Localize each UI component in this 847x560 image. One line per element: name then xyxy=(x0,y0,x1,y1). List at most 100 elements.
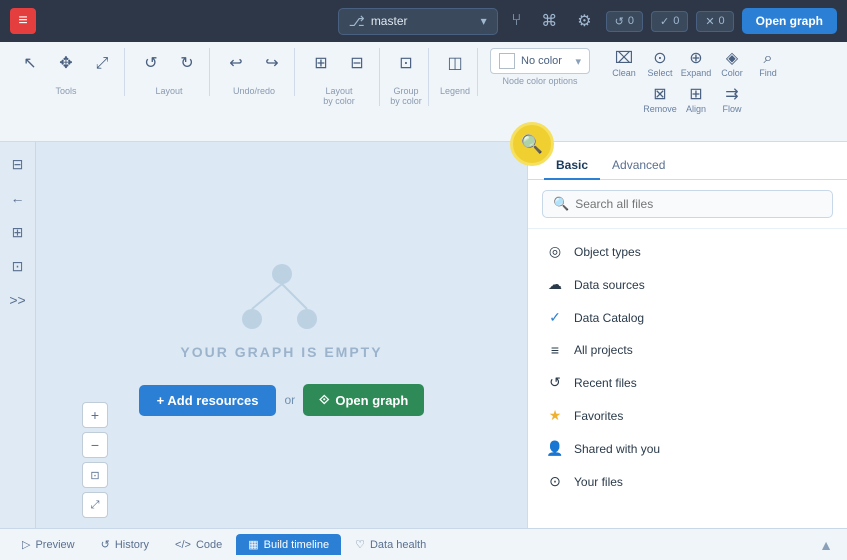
toolbar-group-undoredo: ↩ ↪ Undo/redo xyxy=(214,48,295,96)
data-sources-icon: ☁ xyxy=(546,276,564,293)
search-highlight-icon: 🔍 xyxy=(521,134,543,155)
tool-expand[interactable]: ⊕ Expand xyxy=(680,48,712,80)
expand-bottom-panel-button[interactable]: ▲ xyxy=(815,533,837,557)
redo-icon: ↻ xyxy=(180,56,193,72)
search-icon: 🔍 xyxy=(553,196,569,212)
tool-lasso[interactable]: ⤢ xyxy=(86,48,118,80)
sidebar-icon-grid[interactable]: ⊞ xyxy=(4,218,32,246)
tool-layout-redo[interactable]: ↻ xyxy=(171,48,203,80)
search-highlight-circle: 🔍 xyxy=(510,122,554,166)
tool-legend[interactable]: ◫ xyxy=(439,48,471,80)
tool-select[interactable]: ↖ xyxy=(14,48,46,80)
color-option-label: No color xyxy=(521,55,562,67)
lasso-icon: ⤢ xyxy=(96,56,109,72)
sidebar-icon-expand-all[interactable]: >> xyxy=(4,286,32,314)
search-box: 🔍 xyxy=(528,180,847,229)
check-counter[interactable]: ✓ 0 xyxy=(651,11,688,32)
recent-files-icon: ↺ xyxy=(546,374,564,391)
history-label: History xyxy=(115,539,149,551)
tool-remove[interactable]: ⊠ Remove xyxy=(644,84,676,116)
panel-item-shared-with-you[interactable]: 👤 Shared with you xyxy=(528,432,847,465)
tool-group-color[interactable]: ⊟ xyxy=(341,48,373,80)
panel-item-object-types[interactable]: ◎ Object types xyxy=(528,235,847,268)
redo2-icon: ↪ xyxy=(265,56,278,72)
sidebar-icon-table[interactable]: ⊡ xyxy=(4,252,32,280)
tab-advanced[interactable]: Advanced xyxy=(600,152,677,180)
check-count: 0 xyxy=(673,15,679,27)
tool-redo[interactable]: ↪ xyxy=(256,48,288,80)
expand-label: Expand xyxy=(681,68,712,78)
panel-item-data-catalog[interactable]: ✓ Data Catalog xyxy=(528,301,847,334)
tool-find[interactable]: ⌕ Find xyxy=(752,48,784,80)
toolbar-group-layout-label: Layout xyxy=(155,84,182,96)
code-label: Code xyxy=(196,539,222,551)
object-types-label: Object types xyxy=(574,245,641,259)
panel-item-your-files[interactable]: ⊙ Your files xyxy=(528,465,847,498)
tool-color[interactable]: ◈ Color xyxy=(716,48,748,80)
open-graph-canvas-label: Open graph xyxy=(335,393,408,408)
sidebar-icon-panel[interactable]: ⊟ xyxy=(4,150,32,178)
branch-caret-icon: ▾ xyxy=(481,14,487,28)
remove-icon: ⊠ xyxy=(653,87,666,103)
panel-item-favorites[interactable]: ★ Favorites xyxy=(528,399,847,432)
object-types-icon: ◎ xyxy=(546,243,564,260)
tool-move[interactable]: ✥ xyxy=(50,48,82,80)
align-label: Align xyxy=(686,104,706,114)
branch-selector[interactable]: ⎇ master ▾ xyxy=(338,8,498,35)
clean-icon: ⌧ xyxy=(615,51,633,67)
color-preview xyxy=(499,53,515,69)
sidebar-icon-back[interactable]: ← xyxy=(4,184,32,212)
color-dropdown[interactable]: No color ▾ xyxy=(490,48,590,74)
favorites-label: Favorites xyxy=(574,409,623,423)
toolbar-group-tools-label: Tools xyxy=(55,84,76,96)
tab-history[interactable]: ↺ History xyxy=(89,534,161,555)
main-area: ⊟ ← ⊞ ⊡ >> YOUR GRAPH IS EMPTY + Add res… xyxy=(0,142,847,528)
tool-layout-undo[interactable]: ↺ xyxy=(135,48,167,80)
panel-item-data-sources[interactable]: ☁ Data sources xyxy=(528,268,847,301)
select-icon: ↖ xyxy=(23,56,36,72)
tool-align[interactable]: ⊞ Align xyxy=(680,84,712,116)
build-timeline-label: Build timeline xyxy=(264,539,329,551)
panel-item-recent-files[interactable]: ↺ Recent files xyxy=(528,366,847,399)
keyboard-shortcut-icon[interactable]: ⌘ xyxy=(535,7,563,35)
tool-undo[interactable]: ↩ xyxy=(220,48,252,80)
fork-icon[interactable]: ⑂ xyxy=(506,8,528,34)
remove-label: Remove xyxy=(643,104,677,114)
error-counter[interactable]: ✕ 0 xyxy=(696,11,733,32)
data-catalog-icon: ✓ xyxy=(546,309,564,326)
open-graph-icon: ⟐ xyxy=(319,392,329,408)
open-graph-canvas-button[interactable]: ⟐ Open graph xyxy=(303,384,424,416)
add-resources-button[interactable]: + Add resources xyxy=(139,385,277,416)
main-toolbar: ↖ ✥ ⤢ Tools ↺ ↻ Layout ↩ xyxy=(0,42,847,142)
tab-build-timeline[interactable]: ▦ Build timeline xyxy=(236,534,341,555)
select2-label: Select xyxy=(647,68,672,78)
toolbar-group-legend-label: Legend xyxy=(440,84,470,96)
tool-flow[interactable]: ⇉ Flow xyxy=(716,84,748,116)
open-graph-button[interactable]: Open graph xyxy=(742,8,837,34)
zoom-out-button[interactable]: − xyxy=(82,432,108,458)
find-label: Find xyxy=(759,68,777,78)
zoom-in-button[interactable]: + xyxy=(82,402,108,428)
group-by-color-icon: ⊡ xyxy=(399,56,412,72)
toolbar-row-legend: ◫ xyxy=(439,48,471,80)
tab-preview[interactable]: ▷ Preview xyxy=(10,534,87,555)
preview-label: Preview xyxy=(35,539,74,551)
search-input[interactable] xyxy=(575,197,822,211)
refresh-counter[interactable]: ↺ 0 xyxy=(606,11,643,32)
fullscreen-button[interactable]: ⤢ xyxy=(82,492,108,518)
tool-group-by-color[interactable]: ⊡ xyxy=(390,48,422,80)
empty-graph-message: YOUR GRAPH IS EMPTY xyxy=(180,344,382,360)
zoom-reset-button[interactable]: ⊡ xyxy=(82,462,108,488)
toolbar-group-layoutcolor-label: Layoutby color xyxy=(323,84,355,106)
tool-select2[interactable]: ⊙ Select xyxy=(644,48,676,80)
tab-code[interactable]: </> Code xyxy=(163,535,234,555)
tab-basic[interactable]: Basic xyxy=(544,152,600,180)
tab-data-health[interactable]: ♡ Data health xyxy=(343,534,438,555)
panel-items-list: ◎ Object types ☁ Data sources ✓ Data Cat… xyxy=(528,229,847,528)
panel-item-all-projects[interactable]: ≡ All projects xyxy=(528,334,847,366)
settings-icon[interactable]: ⚙ xyxy=(571,7,597,35)
tool-clean[interactable]: ⌧ Clean xyxy=(608,48,640,80)
tool-layout-color[interactable]: ⊞ xyxy=(305,48,337,80)
search-input-wrap: 🔍 xyxy=(542,190,833,218)
legend-icon: ◫ xyxy=(447,56,462,72)
